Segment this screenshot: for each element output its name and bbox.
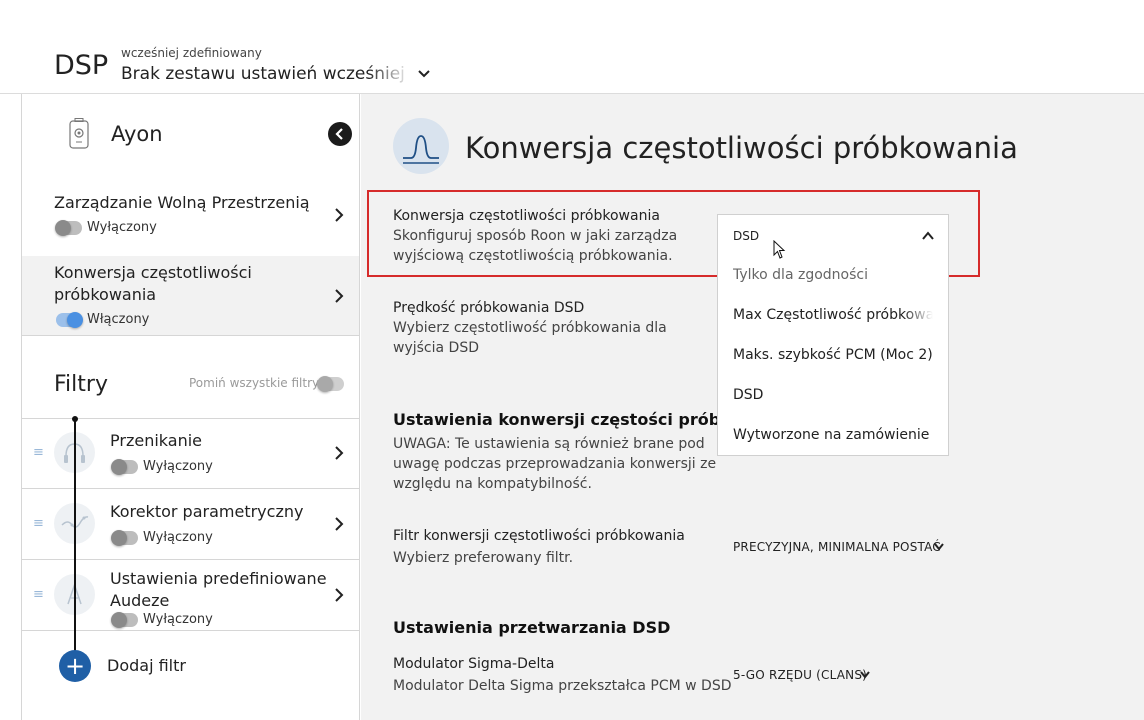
section-title: Konwersja częstotliwości próbkowania — [465, 131, 1018, 165]
chevron-down-icon[interactable] — [933, 542, 945, 552]
chevron-right-icon — [335, 446, 344, 460]
chevron-right-icon — [335, 289, 344, 303]
filter-name: Korektor parametryczny — [110, 502, 304, 521]
setting-description: Wybierz częstotliwość próbkowania dla wy… — [393, 320, 667, 356]
bypass-all-label: Pomiń wszystkie filtry — [189, 376, 320, 390]
setting-description: Wybierz preferowany filtr. — [393, 550, 574, 566]
toggle-status: Wyłączony — [143, 459, 213, 474]
sidebar-item-headroom[interactable]: Zarządzanie Wolną Przestrzenią Wyłączony — [22, 182, 359, 246]
select-option[interactable]: Wytworzone na zamówienie — [733, 427, 933, 443]
filters-title: Filtry — [54, 372, 108, 397]
filter-toggle[interactable] — [111, 530, 138, 546]
select-current-value: DSD — [733, 229, 760, 243]
chevron-down-icon[interactable] — [416, 66, 432, 82]
modulator-select[interactable]: 5-GO RZĘDU (CLANS) — [733, 668, 867, 682]
setting-label: Konwersja częstotliwości próbkowania — [393, 208, 660, 224]
filter-name: Ustawienia predefiniowane Audeze — [110, 569, 327, 610]
headroom-toggle[interactable] — [55, 220, 82, 236]
filter-select[interactable]: PRECYZYJNA, MINIMALNA POSTAĆ — [733, 540, 941, 554]
preset-caption: wcześniej zdefiniowany — [121, 46, 262, 60]
setting-label: Filtr konwersji częstotliwości próbkowan… — [393, 528, 685, 544]
bypass-all-toggle[interactable] — [317, 376, 344, 392]
preset-select[interactable]: Brak zestawu ustawień wcześniej zdefinio… — [121, 64, 411, 84]
add-filter-label[interactable]: Dodaj filtr — [107, 656, 186, 675]
chevron-left-icon — [335, 128, 343, 140]
toggle-status: Wyłączony — [143, 530, 213, 545]
filter-toggle[interactable] — [111, 459, 138, 475]
setting-label: Modulator Sigma-Delta — [393, 656, 555, 672]
drag-handle-icon[interactable]: ≡ — [33, 446, 44, 459]
sample-rate-conversion-select[interactable]: DSD Tylko dla zgodności Max Częstotliwoś… — [717, 214, 949, 456]
setting-description: Modulator Delta Sigma przekształca PCM w… — [393, 678, 732, 694]
top-bar: DSP wcześniej zdefiniowany Brak zestawu … — [0, 0, 1144, 94]
setting-description: Skonfiguruj sposób Roon w jaki zarządza … — [393, 228, 678, 264]
chevron-up-icon[interactable] — [921, 230, 935, 242]
page-title: DSP — [54, 50, 109, 81]
note-text: UWAGA: Te ustawienia są również brane po… — [393, 436, 717, 492]
sidebar-item-sample-rate-conversion[interactable]: Konwersja częstotliwości próbkowania Włą… — [22, 256, 359, 335]
filter-name: Przenikanie — [110, 431, 202, 450]
section-heading: Ustawienia przetwarzania DSD — [393, 618, 671, 637]
chevron-right-icon — [335, 517, 344, 531]
sample-rate-conversion-toggle[interactable] — [56, 312, 83, 328]
section-heading: Ustawienia konwersji częstości próbkowan… — [393, 410, 719, 429]
chevron-down-icon[interactable] — [859, 670, 871, 680]
collapse-sidebar-button[interactable] — [328, 122, 352, 146]
mouse-cursor-icon — [773, 240, 786, 259]
toggle-status: Wyłączony — [143, 612, 213, 627]
drag-handle-icon[interactable]: ≡ — [33, 588, 44, 601]
chevron-right-icon — [335, 208, 344, 222]
sidebar-item-label: Konwersja częstotliwości próbkowania — [54, 263, 252, 304]
filter-row-audeze-presets[interactable]: ≡ Ustawienia predefiniowane Audeze Wyłąc… — [22, 560, 359, 631]
setting-label: Prędkość próbkowania DSD — [393, 300, 585, 316]
toggle-status: Włączony — [87, 312, 150, 327]
select-option[interactable]: Tylko dla zgodności — [733, 267, 933, 283]
filter-toggle[interactable] — [111, 612, 138, 628]
toggle-status: Wyłączony — [87, 220, 157, 235]
filter-chain-dot — [72, 416, 78, 422]
device-name: Ayon — [111, 122, 163, 146]
speaker-icon — [69, 118, 89, 149]
select-option[interactable]: Maks. szybkość PCM (Moc 2) — [733, 347, 933, 363]
drag-handle-icon[interactable]: ≡ — [33, 517, 44, 530]
add-filter-button[interactable]: + — [59, 650, 91, 682]
chevron-right-icon — [335, 588, 344, 602]
filter-chain-line — [74, 418, 76, 658]
select-option[interactable]: DSD — [733, 387, 933, 403]
filter-row-crossfeed[interactable]: ≡ Przenikanie Wyłączony — [22, 418, 359, 489]
filter-row-parametric-eq[interactable]: ≡ Korektor parametryczny Wyłączony — [22, 489, 359, 560]
select-option[interactable]: Max Częstotliwość próbkowania — [733, 307, 933, 323]
plus-icon: + — [64, 652, 86, 680]
sidebar-item-label: Zarządzanie Wolną Przestrzenią — [54, 193, 310, 212]
bell-curve-icon — [393, 118, 449, 174]
main-panel: Konwersja częstotliwości próbkowania Kon… — [361, 94, 1144, 720]
sidebar: Ayon Zarządzanie Wolną Przestrzenią Wyłą… — [21, 94, 360, 720]
divider — [22, 335, 359, 336]
